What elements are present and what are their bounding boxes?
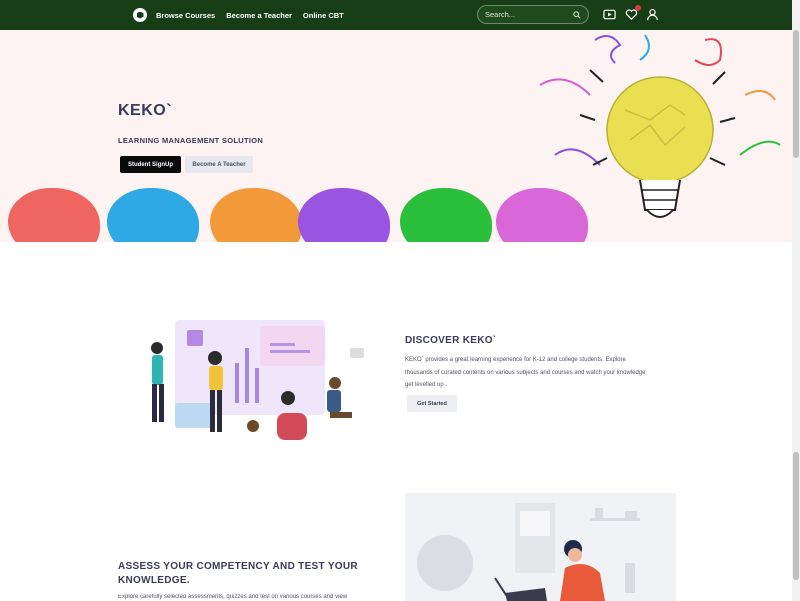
paper-ball-green	[400, 188, 492, 242]
paper-ball-orange	[210, 188, 302, 242]
assess-title: ASSESS YOUR COMPETENCY AND TEST YOUR KNO…	[118, 560, 358, 588]
nav-online-cbt[interactable]: Online CBT	[303, 11, 344, 20]
assess-title-line2: KNOWLEDGE.	[118, 575, 190, 586]
assess-illustration	[405, 493, 676, 601]
wishlist-button[interactable]	[625, 5, 641, 21]
top-navbar: Browse Courses Become a Teacher Online C…	[0, 0, 792, 30]
become-teacher-button[interactable]: Become A Teacher	[185, 156, 253, 173]
get-started-button[interactable]: Get Started	[407, 395, 457, 412]
scrollbar-thumb-lower[interactable]	[793, 452, 799, 580]
scrollbar-thumb[interactable]	[793, 30, 799, 158]
video-play-icon[interactable]	[603, 8, 616, 21]
nav-browse-courses[interactable]: Browse Courses	[156, 11, 215, 20]
logo-icon[interactable]	[133, 8, 147, 22]
search-icon[interactable]	[573, 11, 581, 19]
assess-description: Explore carefully selected assessments, …	[118, 594, 348, 600]
search-box	[477, 5, 589, 24]
paper-ball-blue	[107, 188, 199, 242]
search-input[interactable]	[485, 10, 565, 19]
assess-title-line1: ASSESS YOUR COMPETENCY AND TEST YOUR	[118, 561, 358, 572]
person-laptop-illustration	[417, 503, 640, 601]
hero-title: KEKO`	[118, 102, 173, 119]
hero-subtitle: LEARNING MANAGEMENT SOLUTION	[118, 136, 264, 145]
lightbulb-illustration	[539, 34, 781, 218]
discover-illustration	[151, 320, 364, 440]
discover-description: KEKO` provides a great learning experien…	[405, 357, 646, 388]
student-signup-button[interactable]: Student SignUp	[120, 156, 181, 173]
discover-title: DISCOVER KEKO`	[405, 335, 497, 346]
paper-ball-purple	[298, 188, 390, 242]
hero-banner: KEKO` LEARNING MANAGEMENT SOLUTION Stude…	[0, 30, 792, 242]
wishlist-badge	[635, 5, 641, 11]
paper-ball-red	[8, 188, 100, 242]
page: Browse Courses Become a Teacher Online C…	[0, 0, 800, 601]
nav-become-teacher[interactable]: Become a Teacher	[226, 11, 292, 20]
user-icon[interactable]	[646, 8, 659, 21]
page-scrollbar[interactable]	[792, 0, 800, 601]
